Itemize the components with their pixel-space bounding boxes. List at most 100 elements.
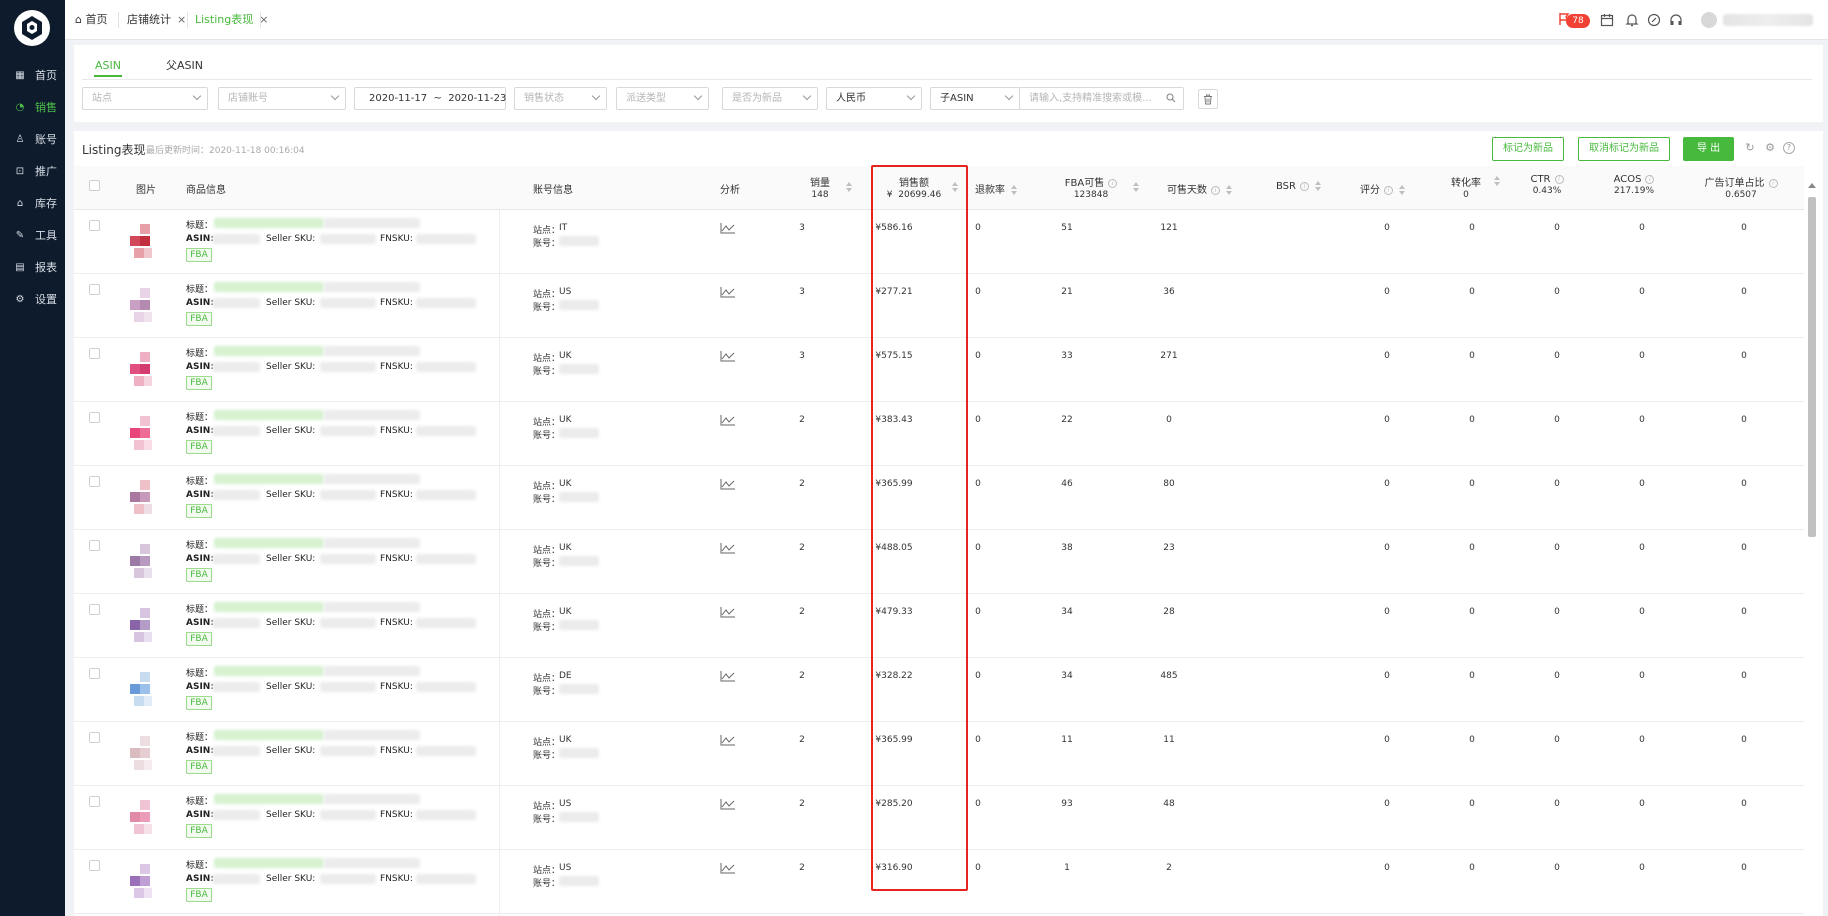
currency-select[interactable]: 人民币 xyxy=(826,87,922,110)
sidebar-item-6[interactable]: ▤ 报表 xyxy=(0,254,65,280)
product-thumbnail[interactable] xyxy=(130,794,160,838)
trend-chart-icon[interactable] xyxy=(720,542,736,554)
product-thumbnail[interactable] xyxy=(130,858,160,902)
calendar-icon[interactable] xyxy=(1600,13,1614,27)
row-checkbox[interactable] xyxy=(89,348,100,359)
product-thumbnail[interactable] xyxy=(130,474,160,518)
tab-store-stats[interactable]: 店铺统计 × xyxy=(123,10,190,30)
header-ctr[interactable]: CTR i 0.43% xyxy=(1527,174,1567,196)
sidebar-item-5[interactable]: ✎ 工具 xyxy=(0,222,65,248)
header-sales-qty[interactable]: 销量 148 xyxy=(800,174,852,200)
unmark-new-button[interactable]: 取消标记为新品 xyxy=(1578,137,1670,161)
product-thumbnail[interactable] xyxy=(130,282,160,326)
header-sales-amount[interactable]: 销售额 ¥ 20699.46 xyxy=(884,174,958,200)
row-checkbox[interactable] xyxy=(89,604,100,615)
site-select[interactable]: 站点 xyxy=(82,87,208,110)
sidebar-item-0[interactable]: ▦ 首页 xyxy=(0,62,65,88)
sort-icon[interactable] xyxy=(846,182,852,192)
subtab-parent-asin[interactable]: 父ASIN xyxy=(166,55,203,77)
info-icon[interactable]: i xyxy=(1384,185,1393,195)
trend-chart-icon[interactable] xyxy=(720,734,736,746)
product-thumbnail[interactable] xyxy=(130,602,160,646)
product-thumbnail[interactable] xyxy=(130,346,160,390)
row-checkbox[interactable] xyxy=(89,412,100,423)
trend-chart-icon[interactable] xyxy=(720,222,736,234)
header-bsr[interactable]: BSR i xyxy=(1276,181,1321,192)
date-range-picker[interactable]: 2020-11-17 ~ 2020-11-23 xyxy=(354,87,506,110)
gear-icon[interactable]: ⚙ xyxy=(1764,142,1776,154)
trend-chart-icon[interactable] xyxy=(720,862,736,874)
clear-filters-button[interactable] xyxy=(1198,89,1218,109)
select-all-checkbox[interactable] xyxy=(89,180,100,191)
tab-home[interactable]: ⌂ 首页 xyxy=(71,10,111,30)
shipping-type-select[interactable]: 派送类型 xyxy=(616,87,709,110)
trend-chart-icon[interactable] xyxy=(720,606,736,618)
bell-icon[interactable] xyxy=(1625,13,1639,27)
sort-icon[interactable] xyxy=(1133,182,1139,192)
sort-icon[interactable] xyxy=(952,182,958,192)
product-thumbnail[interactable] xyxy=(130,410,160,454)
close-icon[interactable]: × xyxy=(177,13,186,26)
trend-chart-icon[interactable] xyxy=(720,478,736,490)
is-new-select[interactable]: 是否为新品 xyxy=(722,87,818,110)
refresh-icon[interactable]: ↻ xyxy=(1744,142,1756,154)
sidebar-item-4[interactable]: ⌂ 库存 xyxy=(0,190,65,216)
info-icon[interactable]: i xyxy=(1108,178,1118,188)
sort-icon[interactable] xyxy=(1494,176,1500,186)
row-checkbox[interactable] xyxy=(89,540,100,551)
sidebar-item-2[interactable]: ♙ 账号 xyxy=(0,126,65,152)
product-thumbnail[interactable] xyxy=(130,730,160,774)
trend-chart-icon[interactable] xyxy=(720,350,736,362)
subtab-asin[interactable]: ASIN xyxy=(94,55,122,77)
search-input[interactable]: 请输入,支持精准搜索或模... xyxy=(1019,87,1184,110)
header-conversion[interactable]: 转化率 0 xyxy=(1446,174,1500,200)
sales-status-select[interactable]: 销售状态 xyxy=(514,87,607,110)
row-checkbox[interactable] xyxy=(89,668,100,679)
info-icon[interactable]: i xyxy=(1645,174,1655,184)
info-icon[interactable]: i xyxy=(1768,178,1778,188)
vertical-scrollbar[interactable] xyxy=(1806,181,1818,916)
export-button[interactable]: 导 出 xyxy=(1683,137,1735,161)
search-icon[interactable] xyxy=(1166,93,1176,103)
scrollbar-thumb[interactable] xyxy=(1808,197,1816,537)
product-thumbnail[interactable] xyxy=(130,666,160,710)
sort-icon[interactable] xyxy=(1011,185,1017,195)
row-checkbox[interactable] xyxy=(89,732,100,743)
info-icon[interactable]: i xyxy=(1299,181,1309,191)
sort-icon[interactable] xyxy=(1226,185,1232,195)
sidebar-item-3[interactable]: ⊡ 推广 xyxy=(0,158,65,184)
header-acos[interactable]: ACOS i 217.19% xyxy=(1609,174,1659,196)
sidebar-item-1[interactable]: ◔ 销售 xyxy=(0,94,65,120)
trend-chart-icon[interactable] xyxy=(720,798,736,810)
row-checkbox[interactable] xyxy=(89,284,100,295)
row-checkbox[interactable] xyxy=(89,476,100,487)
trend-chart-icon[interactable] xyxy=(720,414,736,426)
header-days-available[interactable]: 可售天数 i xyxy=(1167,181,1232,196)
row-checkbox[interactable] xyxy=(89,796,100,807)
header-fba-available[interactable]: FBA可售 i 123848 xyxy=(1063,174,1139,200)
header-rating[interactable]: 评分 i xyxy=(1360,181,1405,196)
store-account-select[interactable]: 店铺账号 xyxy=(218,87,346,110)
avatar[interactable] xyxy=(1701,12,1717,28)
scroll-up-icon[interactable] xyxy=(1808,183,1816,188)
header-refund-rate[interactable]: 退款率 xyxy=(975,181,1017,196)
help-icon[interactable]: ? xyxy=(1783,142,1795,154)
mark-new-button[interactable]: 标记为新品 xyxy=(1492,137,1564,161)
app-logo[interactable] xyxy=(14,10,50,46)
trend-chart-icon[interactable] xyxy=(720,670,736,682)
product-thumbnail[interactable] xyxy=(130,218,160,262)
sidebar-item-7[interactable]: ⚙ 设置 xyxy=(0,286,65,312)
sort-icon[interactable] xyxy=(1399,185,1405,195)
sort-icon[interactable] xyxy=(1314,181,1321,191)
link-icon[interactable] xyxy=(1647,13,1661,27)
info-icon[interactable]: i xyxy=(1554,174,1564,184)
headset-icon[interactable] xyxy=(1669,13,1683,27)
row-checkbox[interactable] xyxy=(89,860,100,871)
username-redacted[interactable] xyxy=(1723,14,1813,26)
product-thumbnail[interactable] xyxy=(130,538,160,582)
asin-type-select[interactable]: 子ASIN xyxy=(930,87,1020,110)
trend-chart-icon[interactable] xyxy=(720,286,736,298)
header-ad-order-ratio[interactable]: 广告订单占比 i 0.6507 xyxy=(1701,174,1781,200)
info-icon[interactable]: i xyxy=(1211,185,1220,195)
row-checkbox[interactable] xyxy=(89,220,100,231)
